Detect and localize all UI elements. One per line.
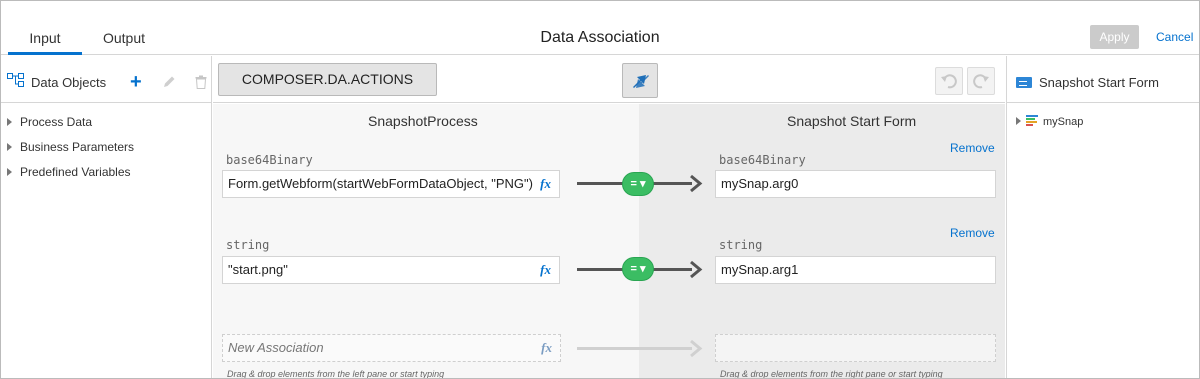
- data-objects-icon: [7, 73, 24, 87]
- data-objects-title: Data Objects: [31, 75, 107, 90]
- mapping-area: COMPOSER.DA.ACTIONS SnapshotProcess Snap…: [213, 56, 1005, 379]
- tree-item-label: Business Parameters: [20, 140, 135, 154]
- target-expression-input[interactable]: mySnap.arg1: [715, 256, 996, 284]
- source-expression-value: "start.png": [228, 262, 288, 277]
- tree-item-mysnap[interactable]: mySnap: [1016, 115, 1083, 128]
- undo-icon: [941, 74, 957, 89]
- source-expression-input[interactable]: Form.getWebform(startWebFormDataObject, …: [222, 170, 560, 198]
- source-type-label: string: [226, 238, 270, 252]
- arrow-head-icon: [690, 260, 703, 279]
- remove-association-link[interactable]: Remove: [950, 226, 995, 240]
- form-icon: [1016, 77, 1032, 88]
- target-hint: Drag & drop elements from the right pane…: [720, 369, 943, 379]
- arrow-head-icon: [690, 339, 703, 358]
- tree-item-predefined-variables[interactable]: Predefined Variables: [7, 165, 131, 179]
- delete-trash-icon[interactable]: [195, 75, 207, 89]
- tree-item-business-parameters[interactable]: Business Parameters: [7, 140, 134, 154]
- right-panel-title: Snapshot Start Form: [1039, 75, 1159, 90]
- expand-triangle-icon[interactable]: [7, 143, 12, 151]
- new-association-input[interactable]: New Association fx: [222, 334, 561, 362]
- source-title: SnapshotProcess: [368, 113, 478, 129]
- expression-editor-icon[interactable]: fx: [540, 171, 551, 197]
- tree-item-process-data[interactable]: Process Data: [7, 115, 92, 129]
- target-type-label: string: [719, 238, 763, 252]
- redo-button[interactable]: [967, 67, 995, 95]
- operator-dropdown[interactable]: = ▾: [622, 257, 654, 281]
- composer-actions-button[interactable]: COMPOSER.DA.ACTIONS: [218, 63, 437, 96]
- target-expression-input[interactable]: mySnap.arg0: [715, 170, 996, 198]
- source-hint: Drag & drop elements from the left pane …: [227, 369, 445, 379]
- expression-editor-icon[interactable]: fx: [540, 257, 551, 283]
- tree-item-label: Process Data: [20, 115, 93, 129]
- edit-pencil-icon[interactable]: [162, 75, 176, 89]
- arrow-head-icon: [690, 174, 703, 193]
- page-title: Data Association: [540, 29, 660, 46]
- target-title: Snapshot Start Form: [787, 113, 917, 129]
- undo-button[interactable]: [935, 67, 963, 95]
- data-objects-header: Data Objects +: [1, 56, 211, 103]
- dialog-header: Input Output Data Association Apply Canc…: [1, 1, 1199, 55]
- data-objects-panel: Data Objects + Process Data Business Par…: [1, 56, 212, 378]
- cancel-button[interactable]: Cancel: [1156, 30, 1193, 44]
- remove-association-link[interactable]: Remove: [950, 141, 995, 155]
- expression-editor-icon[interactable]: fx: [541, 335, 552, 361]
- right-panel-header: Snapshot Start Form: [1007, 56, 1199, 103]
- data-object-bars-icon: [1026, 115, 1038, 126]
- source-type-label: base64Binary: [226, 153, 313, 167]
- tree-item-label: Predefined Variables: [20, 165, 131, 179]
- apply-button[interactable]: Apply: [1090, 25, 1139, 49]
- new-target-input[interactable]: [715, 334, 996, 362]
- auto-map-button[interactable]: [622, 63, 658, 98]
- source-expression-input[interactable]: "start.png" fx: [222, 256, 560, 284]
- add-icon[interactable]: +: [130, 72, 142, 92]
- expand-triangle-icon[interactable]: [7, 168, 12, 176]
- association-arrow-line: [577, 347, 692, 350]
- data-association-dialog: Input Output Data Association Apply Canc…: [0, 0, 1200, 379]
- tree-item-label: mySnap: [1043, 116, 1084, 128]
- operator-dropdown[interactable]: = ▾: [622, 172, 654, 196]
- mapping-toolbar: COMPOSER.DA.ACTIONS: [213, 56, 1005, 103]
- auto-map-icon: [633, 75, 649, 88]
- snapshot-start-form-panel: Snapshot Start Form mySnap: [1006, 56, 1199, 378]
- new-association-placeholder: New Association: [228, 340, 324, 355]
- redo-icon: [973, 74, 989, 89]
- target-type-label: base64Binary: [719, 153, 806, 167]
- expand-triangle-icon[interactable]: [1016, 117, 1021, 125]
- source-expression-value: Form.getWebform(startWebFormDataObject, …: [228, 176, 533, 191]
- expand-triangle-icon[interactable]: [7, 118, 12, 126]
